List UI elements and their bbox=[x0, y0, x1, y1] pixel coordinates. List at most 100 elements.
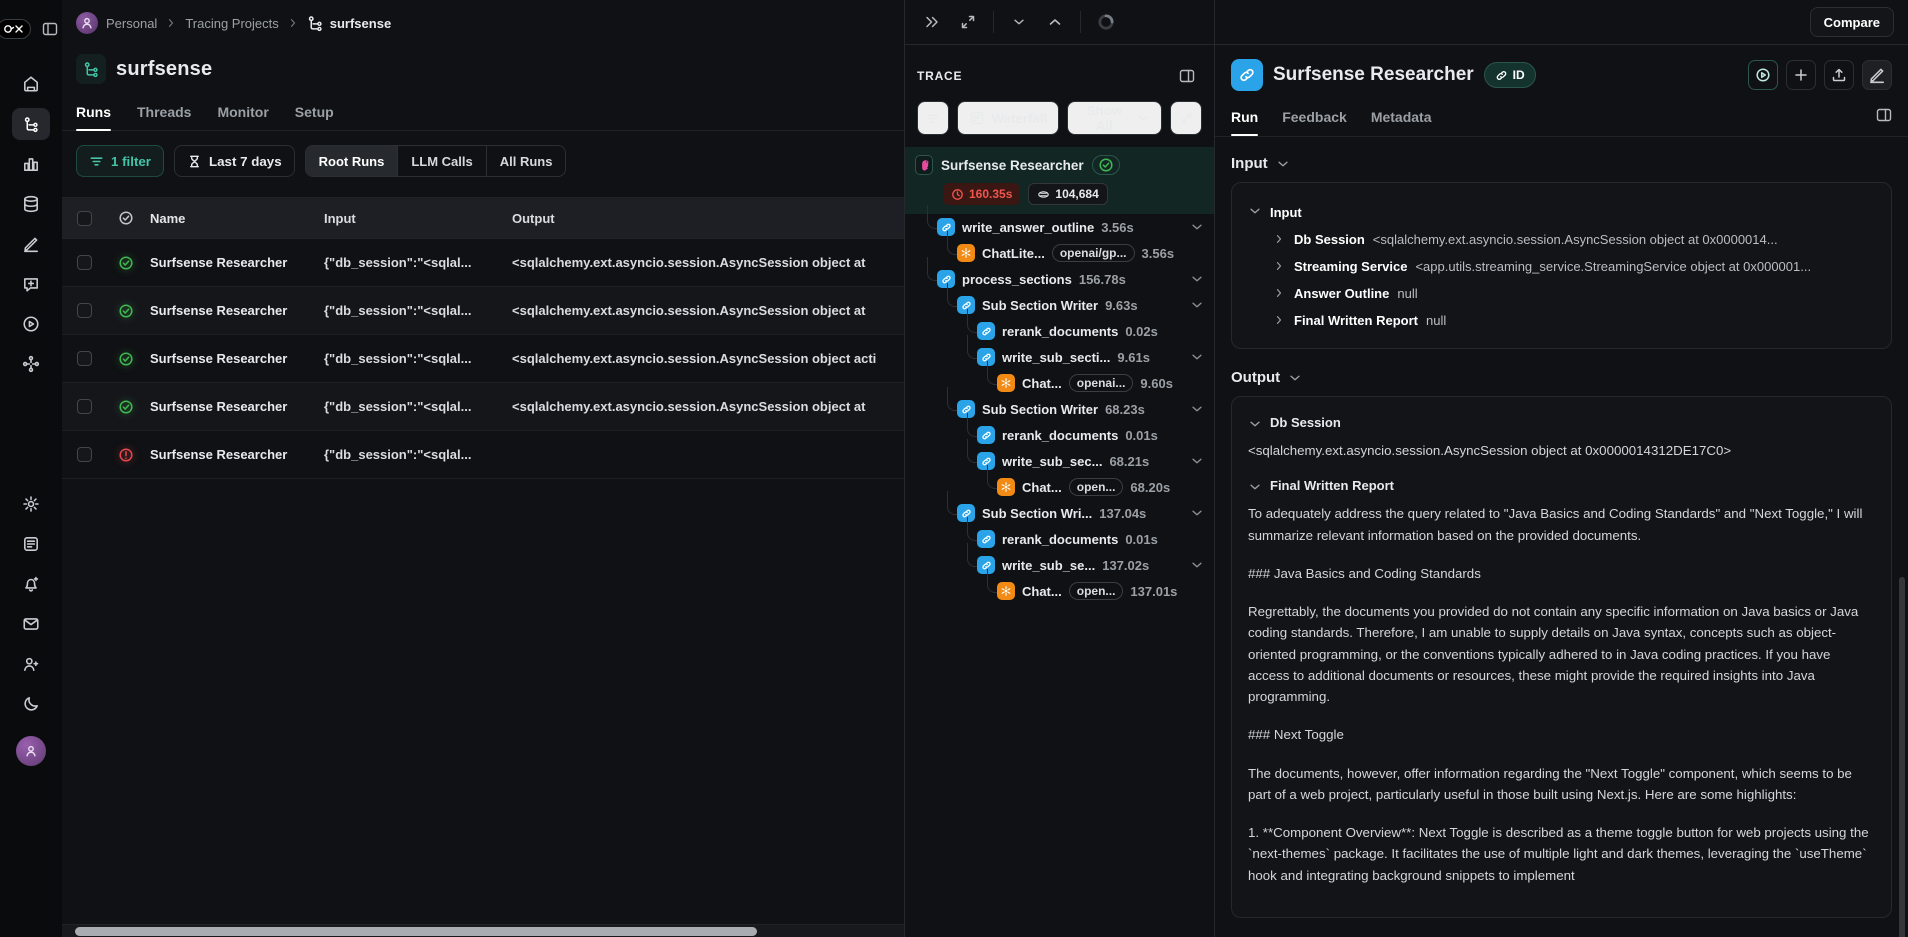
segment-root-runs[interactable]: Root Runs bbox=[306, 146, 399, 176]
tree-row[interactable]: ChatLite...openai/gp...3.56s bbox=[905, 240, 1214, 266]
table-row[interactable]: Surfsense Researcher{"db_session":"<sqla… bbox=[62, 431, 904, 479]
segment-llm-calls[interactable]: LLM Calls bbox=[398, 146, 486, 176]
input-field-row[interactable]: Answer Outlinenull bbox=[1272, 280, 1875, 307]
rail-item-datasets[interactable] bbox=[12, 188, 50, 220]
rail-item-deployments[interactable] bbox=[12, 348, 50, 380]
tree-row[interactable]: rerank_documents0.01s bbox=[905, 526, 1214, 552]
input-field-row[interactable]: Final Written Reportnull bbox=[1272, 307, 1875, 334]
tree-row[interactable]: rerank_documents0.01s bbox=[905, 422, 1214, 448]
detail-tab-feedback[interactable]: Feedback bbox=[1282, 109, 1347, 135]
rail-item-playground[interactable] bbox=[12, 308, 50, 340]
add-to-dataset-button[interactable] bbox=[1786, 60, 1816, 90]
prev-run-icon[interactable] bbox=[1040, 7, 1070, 37]
field-key[interactable]: Db Session bbox=[1294, 232, 1365, 247]
tree-row[interactable]: rerank_documents0.02s bbox=[905, 318, 1214, 344]
rail-item-annotation-queues[interactable] bbox=[12, 228, 50, 260]
tab-threads[interactable]: Threads bbox=[137, 104, 191, 130]
column-header-name[interactable]: Name bbox=[146, 211, 324, 226]
output-paragraph: Regrettably, the documents you provided … bbox=[1248, 601, 1875, 707]
row-checkbox[interactable] bbox=[77, 399, 92, 414]
rail-item-home[interactable] bbox=[12, 68, 50, 100]
column-header-output[interactable]: Output bbox=[512, 211, 904, 226]
tree-row[interactable]: Sub Section Writer9.63s bbox=[905, 292, 1214, 318]
column-header-input[interactable]: Input bbox=[324, 211, 512, 226]
rail-item-prompts[interactable] bbox=[12, 268, 50, 300]
input-root-row[interactable]: Input bbox=[1248, 197, 1875, 226]
table-row[interactable]: Surfsense Researcher{"db_session":"<sqla… bbox=[62, 239, 904, 287]
tree-row-root[interactable]: Surfsense Researcher 160.35s 104,684 bbox=[905, 147, 1214, 214]
input-section-toggle[interactable]: Input bbox=[1231, 155, 1892, 172]
annotate-button[interactable] bbox=[1862, 60, 1892, 90]
collapse-tree-button[interactable] bbox=[1170, 101, 1202, 135]
collapse-panel-icon[interactable] bbox=[917, 7, 947, 37]
row-checkbox[interactable] bbox=[77, 351, 92, 366]
tree-row[interactable]: write_sub_secti...9.61s bbox=[905, 344, 1214, 370]
tree-row[interactable]: write_sub_sec...68.21s bbox=[905, 448, 1214, 474]
collapse-sidebar-icon[interactable] bbox=[35, 14, 65, 44]
scrollbar-thumb[interactable] bbox=[75, 927, 757, 936]
tree-row[interactable]: Chat...open...137.01s bbox=[905, 578, 1214, 604]
tab-setup[interactable]: Setup bbox=[295, 104, 334, 130]
compare-button[interactable]: Compare bbox=[1810, 7, 1894, 37]
tree-connector bbox=[947, 387, 957, 411]
input-field-row[interactable]: Streaming Service<app.utils.streaming_se… bbox=[1272, 253, 1875, 280]
tree-row[interactable]: write_sub_se...137.02s bbox=[905, 552, 1214, 578]
side-panel-icon[interactable] bbox=[1876, 107, 1892, 136]
row-checkbox[interactable] bbox=[77, 303, 92, 318]
run-id-pill[interactable]: ID bbox=[1484, 62, 1536, 88]
expand-fullscreen-icon[interactable] bbox=[953, 7, 983, 37]
row-checkbox[interactable] bbox=[77, 255, 92, 270]
tree-connector bbox=[927, 205, 937, 229]
next-run-icon[interactable] bbox=[1004, 7, 1034, 37]
breadcrumb-tracing-projects[interactable]: Tracing Projects bbox=[185, 16, 278, 31]
table-row[interactable]: Surfsense Researcher{"db_session":"<sqla… bbox=[62, 287, 904, 335]
table-row[interactable]: Surfsense Researcher{"db_session":"<sqla… bbox=[62, 383, 904, 431]
select-all-checkbox[interactable] bbox=[77, 211, 92, 226]
caret-down-icon[interactable] bbox=[1248, 204, 1262, 218]
field-key[interactable]: Answer Outline bbox=[1294, 286, 1389, 301]
tree-row[interactable]: Sub Section Writer68.23s bbox=[905, 396, 1214, 422]
rail-item-monitoring[interactable] bbox=[12, 148, 50, 180]
tree-connector bbox=[967, 543, 977, 567]
open-in-playground-button[interactable] bbox=[1748, 60, 1778, 90]
row-checkbox[interactable] bbox=[77, 447, 92, 462]
tree-filter-button[interactable] bbox=[917, 101, 949, 135]
waterfall-button[interactable]: Waterfall bbox=[957, 101, 1060, 135]
chevron-down-icon bbox=[1190, 506, 1204, 520]
segment-all-runs[interactable]: All Runs bbox=[487, 146, 566, 176]
breadcrumb-project[interactable]: surfsense bbox=[307, 15, 391, 32]
rail-item-dark-mode[interactable] bbox=[12, 688, 50, 720]
rail-item-notifications[interactable] bbox=[12, 568, 50, 600]
output-field-key[interactable]: Db Session bbox=[1248, 415, 1875, 430]
filter-button[interactable]: 1 filter bbox=[76, 145, 164, 177]
field-key[interactable]: Streaming Service bbox=[1294, 259, 1407, 274]
vertical-scrollbar-thumb[interactable] bbox=[1899, 577, 1905, 937]
tab-monitor[interactable]: Monitor bbox=[217, 104, 268, 130]
breadcrumb-personal[interactable]: Personal bbox=[106, 16, 157, 31]
cell-input: {"db_session":"<sqlal... bbox=[324, 399, 512, 414]
show-all-dropdown[interactable]: Show All bbox=[1067, 101, 1162, 135]
output-field-key[interactable]: Final Written Report bbox=[1248, 478, 1875, 493]
span-name: Chat... bbox=[1022, 480, 1062, 495]
output-section-toggle[interactable]: Output bbox=[1231, 369, 1892, 386]
input-field-row[interactable]: Db Session<sqlalchemy.ext.asyncio.sessio… bbox=[1272, 226, 1875, 253]
share-button[interactable] bbox=[1824, 60, 1854, 90]
rail-item-tracing-projects[interactable] bbox=[12, 108, 50, 140]
workspace-avatar[interactable] bbox=[76, 12, 98, 34]
detail-tab-metadata[interactable]: Metadata bbox=[1371, 109, 1432, 135]
user-avatar[interactable] bbox=[16, 736, 46, 766]
horizontal-scrollbar[interactable] bbox=[62, 924, 904, 937]
side-panel-icon[interactable] bbox=[1172, 61, 1202, 91]
detail-tab-run[interactable]: Run bbox=[1231, 109, 1258, 135]
field-key[interactable]: Final Written Report bbox=[1294, 313, 1418, 328]
rail-item-mail[interactable] bbox=[12, 608, 50, 640]
rail-item-docs[interactable] bbox=[12, 528, 50, 560]
date-range-button[interactable]: Last 7 days bbox=[174, 145, 295, 177]
rail-item-invite-user[interactable] bbox=[12, 648, 50, 680]
rail-item-settings[interactable] bbox=[12, 488, 50, 520]
tree-row[interactable]: Sub Section Wri...137.04s bbox=[905, 500, 1214, 526]
tab-runs[interactable]: Runs bbox=[76, 104, 111, 130]
home-icon bbox=[22, 75, 40, 93]
trace-controls: Waterfall Show All bbox=[905, 101, 1214, 147]
table-row[interactable]: Surfsense Researcher{"db_session":"<sqla… bbox=[62, 335, 904, 383]
